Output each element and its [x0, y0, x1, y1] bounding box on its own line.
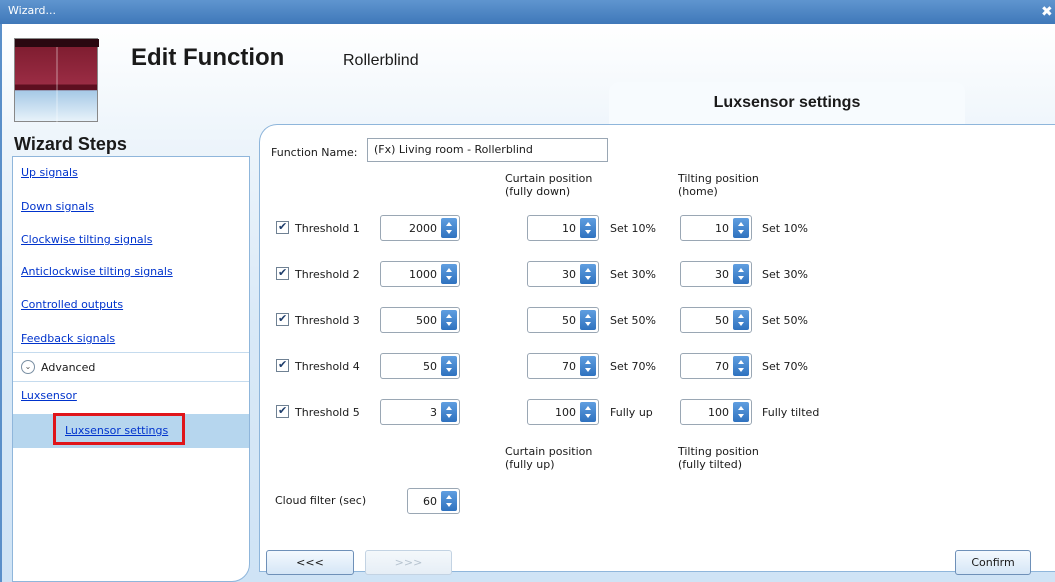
section-tab: Luxsensor settings [609, 82, 965, 126]
threshold-3-curtain-spinner[interactable]: 50 [527, 307, 599, 333]
spinner-arrows-icon[interactable] [580, 218, 596, 238]
spinner-arrows-icon[interactable] [580, 264, 596, 284]
threshold-1-curtain-label: Set 10% [610, 222, 657, 235]
spinner-arrows-icon[interactable] [441, 356, 457, 376]
spinner-arrows-icon[interactable] [441, 402, 457, 422]
threshold-5-curtain-spinner[interactable]: 100 [527, 399, 599, 425]
threshold-3-tilt-label: Set 50% [762, 314, 809, 327]
function-name-label: Function Name: [271, 146, 358, 159]
spinner-arrows-icon[interactable] [580, 402, 596, 422]
threshold-3-tilt-spinner[interactable]: 50 [680, 307, 752, 333]
spinner-arrows-icon[interactable] [441, 218, 457, 238]
threshold-2-tilt-label: Set 30% [762, 268, 809, 281]
curtain-header-bottom: Curtain position (fully up) [505, 445, 593, 471]
settings-panel [259, 124, 1055, 572]
step-luxsensor[interactable]: Luxsensor [21, 389, 77, 402]
next-button[interactable]: >>> [365, 550, 452, 575]
step-clockwise-tilting[interactable]: Clockwise tilting signals [21, 233, 152, 246]
threshold-2-spinner[interactable]: 1000 [380, 261, 460, 287]
threshold-4-tilt-spinner[interactable]: 70 [680, 353, 752, 379]
window-title: Wizard... [8, 4, 57, 17]
threshold-1-curtain-spinner[interactable]: 10 [527, 215, 599, 241]
wizard-steps-panel: Up signals Down signals Clockwise tiltin… [12, 156, 250, 582]
spinner-arrows-icon[interactable] [733, 264, 749, 284]
threshold-4-tilt-label: Set 70% [762, 360, 809, 373]
threshold-4-label: Threshold 4 [295, 360, 360, 373]
tilting-header-bottom: Tilting position (fully tilted) [678, 445, 759, 471]
spinner-arrows-icon[interactable] [441, 264, 457, 284]
spinner-arrows-icon[interactable] [580, 310, 596, 330]
confirm-button[interactable]: Confirm [955, 550, 1031, 575]
wizard-window: Edit Function Rollerblind Luxsensor sett… [0, 24, 1055, 582]
spinner-arrows-icon[interactable] [441, 310, 457, 330]
cloud-filter-label: Cloud filter (sec) [275, 494, 367, 507]
threshold-4-checkbox[interactable] [276, 358, 289, 372]
step-feedback-signals[interactable]: Feedback signals [21, 332, 115, 345]
threshold-3-label: Threshold 3 [295, 314, 360, 327]
threshold-5-tilt-label: Fully tilted [762, 406, 820, 419]
spinner-arrows-icon[interactable] [733, 310, 749, 330]
threshold-5-spinner[interactable]: 3 [380, 399, 460, 425]
rollerblind-thumbnail-icon [14, 38, 99, 123]
step-anticlockwise-tilting[interactable]: Anticlockwise tilting signals [21, 265, 173, 278]
function-name-input[interactable]: (Fx) Living room - Rollerblind [367, 138, 608, 162]
chevron-down-icon[interactable]: ⌄ [21, 360, 35, 374]
threshold-1-tilt-label: Set 10% [762, 222, 809, 235]
spinner-arrows-icon[interactable] [733, 218, 749, 238]
threshold-5-tilt-spinner[interactable]: 100 [680, 399, 752, 425]
threshold-3-spinner[interactable]: 500 [380, 307, 460, 333]
spinner-arrows-icon[interactable] [441, 491, 457, 511]
threshold-2-curtain-spinner[interactable]: 30 [527, 261, 599, 287]
tilting-header-top: Tilting position (home) [678, 172, 759, 198]
threshold-1-label: Threshold 1 [295, 222, 360, 235]
threshold-2-checkbox[interactable] [276, 266, 289, 280]
curtain-header-top: Curtain position (fully down) [505, 172, 593, 198]
wizard-steps-title: Wizard Steps [14, 134, 127, 154]
spinner-arrows-icon[interactable] [733, 402, 749, 422]
threshold-3-checkbox[interactable] [276, 312, 289, 326]
spinner-arrows-icon[interactable] [580, 356, 596, 376]
threshold-2-label: Threshold 2 [295, 268, 360, 281]
spinner-arrows-icon[interactable] [733, 356, 749, 376]
page-title: Edit Function [131, 44, 285, 71]
threshold-4-curtain-spinner[interactable]: 70 [527, 353, 599, 379]
divider [13, 381, 249, 382]
threshold-2-tilt-spinner[interactable]: 30 [680, 261, 752, 287]
title-bar: Wizard... ✖ [0, 0, 1055, 24]
threshold-5-curtain-label: Fully up [610, 406, 653, 419]
threshold-4-spinner[interactable]: 50 [380, 353, 460, 379]
threshold-5-label: Threshold 5 [295, 406, 360, 419]
step-controlled-outputs[interactable]: Controlled outputs [21, 298, 123, 311]
advanced-label[interactable]: Advanced [41, 361, 95, 374]
threshold-1-checkbox[interactable] [276, 220, 289, 234]
cloud-filter-spinner[interactable]: 60 [407, 488, 460, 514]
section-title: Luxsensor settings [713, 94, 861, 111]
function-type: Rollerblind [343, 52, 419, 69]
highlight-box [53, 413, 185, 445]
threshold-3-curtain-label: Set 50% [610, 314, 657, 327]
threshold-2-curtain-label: Set 30% [610, 268, 657, 281]
threshold-4-curtain-label: Set 70% [610, 360, 657, 373]
threshold-1-tilt-spinner[interactable]: 10 [680, 215, 752, 241]
threshold-1-spinner[interactable]: 2000 [380, 215, 460, 241]
back-button[interactable]: <<< [266, 550, 354, 575]
close-icon[interactable]: ✖ [1041, 0, 1055, 24]
step-down-signals[interactable]: Down signals [21, 200, 94, 213]
threshold-5-checkbox[interactable] [276, 404, 289, 418]
divider [13, 352, 249, 353]
step-up-signals[interactable]: Up signals [21, 166, 78, 179]
